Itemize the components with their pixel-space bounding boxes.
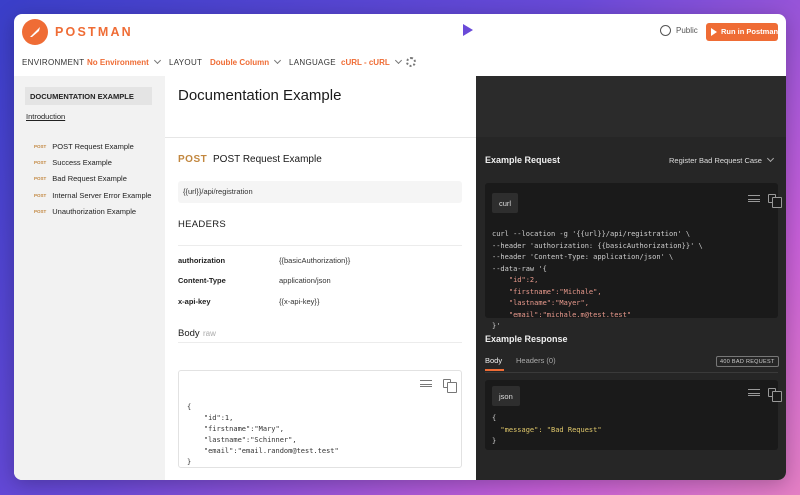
wrap-lines-icon[interactable] — [748, 389, 760, 396]
mouse-cursor-icon — [463, 24, 473, 36]
code-line: "lastname":"Mayer", — [492, 299, 589, 307]
code-line: --header 'authorization: {{basicAuthoriz… — [492, 241, 703, 250]
request-name: POST Request Example — [213, 154, 322, 165]
example-request-code: curl curl --location -g '{{url}}/api/reg… — [485, 183, 782, 330]
sidebar-item-label: POST Request Example — [52, 142, 134, 151]
environment-label: ENVIRONMENT — [22, 58, 85, 67]
run-in-postman-button[interactable]: Run in Postman — [706, 23, 778, 41]
tab-headers[interactable]: Headers (0) — [516, 356, 556, 365]
header-key: authorization — [178, 256, 226, 265]
status-badge: 400 BAD REQUEST — [716, 356, 779, 367]
sidebar-item-unauthorization-example[interactable]: POST Unauthorization Example — [34, 207, 136, 216]
code-tab-curl[interactable]: curl — [492, 193, 519, 213]
code-line: "message": "Bad Request" — [492, 425, 602, 434]
header-key: x-api-key — [178, 297, 211, 306]
method-badge: POST — [34, 193, 47, 198]
wrap-lines-icon[interactable] — [420, 380, 432, 387]
body-heading: Body — [178, 328, 200, 339]
method-badge: POST — [34, 160, 47, 165]
code-tab-json[interactable]: json — [492, 386, 520, 406]
sidebar-item-success-example[interactable]: POST Success Example — [34, 158, 112, 167]
top-bar: POSTMAN Public Run in Postman — [14, 14, 786, 50]
example-response-title: Example Response — [485, 334, 568, 344]
example-request-title: Example Request — [485, 155, 561, 165]
code-line: "id":2, — [492, 276, 539, 284]
chevron-down-icon — [274, 56, 282, 65]
sidebar-item-label: Bad Request Example — [52, 174, 127, 183]
sidebar-item-label: Success Example — [52, 158, 112, 167]
divider — [485, 372, 778, 373]
language-value: cURL - cURL — [341, 58, 390, 67]
sidebar-item-label: Unauthorization Example — [52, 207, 137, 216]
response-json: { "message": "Bad Request" } — [492, 413, 602, 448]
method-badge: POST — [34, 144, 47, 149]
dark-panel-header — [476, 76, 786, 137]
sidebar: DOCUMENTATION EXAMPLE Introduction POST P… — [14, 76, 165, 480]
code-line: curl --location -g '{{url}}/api/registra… — [492, 230, 691, 238]
documentation-window: POSTMAN Public Run in Postman ENVIRONMEN… — [14, 14, 786, 480]
copy-icon[interactable] — [443, 379, 457, 393]
code-line: --data-raw '{ — [492, 264, 547, 273]
headers-heading: HEADERS — [178, 219, 227, 230]
code-line: --header 'Content-Type: application/json… — [492, 253, 674, 261]
sidebar-item-label: Internal Server Error Example — [52, 191, 152, 200]
postman-logo-icon — [22, 19, 48, 45]
header-value: {{x-api-key}} — [279, 297, 320, 306]
layout-select[interactable]: Double Column — [210, 56, 282, 67]
divider — [165, 137, 476, 138]
visibility-label: Public — [676, 26, 698, 35]
globe-icon — [660, 25, 671, 36]
language-label: LANGUAGE — [289, 58, 336, 67]
environment-value: No Environment — [87, 58, 149, 67]
chevron-down-icon — [766, 154, 775, 163]
active-tab-indicator — [485, 369, 504, 371]
method-badge: POST — [34, 209, 47, 214]
chevron-down-icon — [153, 56, 161, 65]
layout-value: Double Column — [210, 58, 270, 67]
brand-name: POSTMAN — [55, 25, 133, 39]
sidebar-item-introduction[interactable]: Introduction — [26, 112, 65, 121]
tab-body[interactable]: Body — [485, 356, 502, 365]
run-button-label: Run in Postman — [721, 27, 779, 36]
environment-select[interactable]: No Environment — [87, 56, 161, 67]
sidebar-item-internal-server-error-example[interactable]: POST Internal Server Error Example — [34, 191, 151, 200]
curl-code: curl --location -g '{{url}}/api/registra… — [492, 229, 703, 333]
code-line: "firstname":"Michale", — [492, 287, 602, 296]
body-mode: raw — [203, 329, 216, 338]
method-badge: POST — [34, 176, 47, 181]
code-line: "email":"michale.m@test.test" — [492, 310, 632, 319]
body-code-block: { "id":1, "firstname":"Mary", "lastname"… — [178, 370, 462, 468]
example-select[interactable]: Register Bad Request Case — [669, 154, 775, 165]
sidebar-title[interactable]: DOCUMENTATION EXAMPLE — [25, 87, 152, 105]
layout-label: LAYOUT — [169, 58, 203, 67]
language-select[interactable]: cURL - cURL — [341, 56, 402, 67]
request-method: POST — [178, 154, 208, 165]
example-select-value: Register Bad Request Case — [669, 156, 762, 165]
chevron-down-icon — [394, 56, 402, 65]
header-value: {{basicAuthorization}} — [279, 256, 351, 265]
code-line: } — [492, 437, 497, 445]
body-code: { "id":1, "firstname":"Mary", "lastname"… — [187, 403, 339, 466]
sidebar-item-bad-request-example[interactable]: POST Bad Request Example — [34, 174, 127, 183]
gear-icon[interactable] — [406, 57, 416, 67]
code-line: }' — [492, 322, 501, 330]
code-line: { — [492, 414, 497, 422]
request-url: {{url}}/api/registration — [178, 181, 462, 203]
divider — [178, 245, 462, 246]
header-key: Content-Type — [178, 276, 226, 285]
play-icon — [711, 28, 717, 36]
options-toolbar: ENVIRONMENT No Environment LAYOUT Double… — [14, 54, 786, 71]
page-title: Documentation Example — [178, 87, 342, 104]
wrap-lines-icon[interactable] — [748, 195, 760, 202]
sidebar-item-post-request-example[interactable]: POST POST Request Example — [34, 142, 134, 151]
example-response-code: json { "message": "Bad Request" } — [485, 380, 782, 450]
divider — [178, 342, 462, 343]
copy-icon[interactable] — [768, 388, 782, 402]
copy-icon[interactable] — [768, 194, 782, 208]
header-value: application/json — [279, 276, 331, 285]
